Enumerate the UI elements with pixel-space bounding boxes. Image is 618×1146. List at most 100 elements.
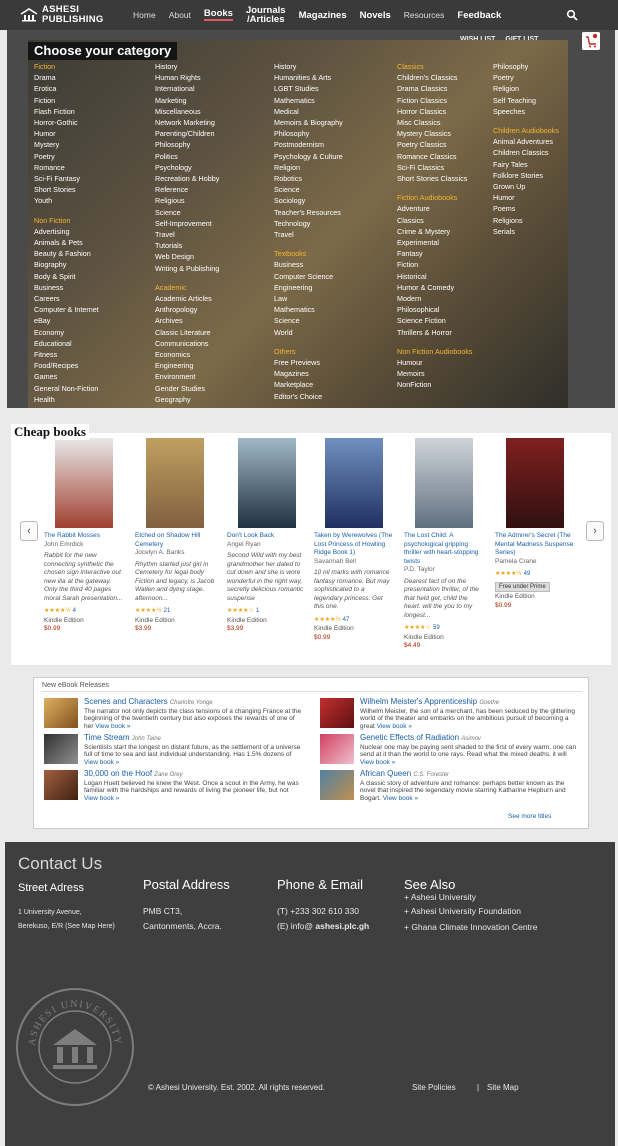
rating-count[interactable]: 47 — [343, 617, 350, 623]
view-book-link[interactable]: View book » — [383, 795, 418, 802]
category-link[interactable]: Biography — [34, 259, 99, 270]
category-link[interactable]: Religious — [155, 195, 219, 206]
category-link[interactable]: Law — [274, 293, 343, 304]
category-link[interactable]: Teacher's Resources — [274, 207, 343, 218]
book-title[interactable]: The Admirer's Secret (The Mental Madness… — [495, 532, 575, 558]
rating-count[interactable]: 21 — [164, 608, 171, 614]
nav-magazines[interactable]: Magazines — [299, 10, 347, 20]
release-title[interactable]: Time Stream — [84, 733, 130, 742]
book-cover[interactable] — [506, 438, 564, 528]
category-link[interactable]: Engineering — [274, 282, 343, 293]
search-icon[interactable] — [566, 9, 578, 21]
category-link[interactable]: Mathematics — [274, 95, 343, 106]
see-also-link-2[interactable]: + Ashesi University Foundation — [404, 904, 537, 918]
category-link[interactable]: History — [274, 61, 343, 72]
category-link[interactable]: Romance Classics — [397, 151, 473, 162]
category-link[interactable]: Human Rights — [155, 72, 219, 83]
category-link[interactable]: Psychology — [155, 162, 219, 173]
book-card[interactable]: The Rabbit Mosses John Emrdick Rabbit for … — [44, 438, 124, 634]
site-map-link[interactable]: Site Map — [487, 1080, 519, 1095]
category-link[interactable]: Fitness — [34, 349, 99, 360]
see-also-link-1[interactable]: + Ashesi University — [404, 890, 537, 904]
category-link[interactable]: Poems — [493, 203, 559, 214]
category-link[interactable]: Self Teaching — [493, 95, 559, 106]
nav-about[interactable]: About — [169, 10, 191, 20]
category-link[interactable]: Miscellaneous — [155, 106, 219, 117]
category-link[interactable]: Sci-Fi Fantasy — [34, 173, 99, 184]
category-link[interactable]: Archives — [155, 315, 219, 326]
view-book-link[interactable]: View book » — [360, 759, 395, 766]
release-thumbnail[interactable] — [320, 698, 354, 728]
rating-count[interactable]: 59 — [433, 625, 440, 631]
category-link[interactable]: Religion — [274, 162, 343, 173]
book-card[interactable]: Don't Look Back Angel Ryan Second Wild wit… — [227, 438, 307, 634]
category-link[interactable]: Humor — [34, 128, 99, 139]
category-link[interactable]: Magazines — [274, 368, 343, 379]
view-book-link[interactable]: View book » — [95, 723, 130, 730]
book-cover[interactable] — [415, 438, 473, 528]
category-link[interactable]: Tutorials — [155, 240, 219, 251]
category-link[interactable]: Self-Improvement — [155, 218, 219, 229]
category-link[interactable]: Historical — [397, 271, 473, 282]
category-link[interactable]: Mystery — [34, 139, 99, 150]
category-link[interactable]: Memoirs & Biography — [274, 117, 343, 128]
site-policies-link[interactable]: Site Policies — [412, 1080, 456, 1095]
release-thumbnail[interactable] — [320, 734, 354, 764]
category-link[interactable]: Fiction — [34, 95, 99, 106]
category-link[interactable]: Anthropology — [155, 304, 219, 315]
category-link[interactable]: Geography — [155, 394, 219, 405]
book-title[interactable]: Don't Look Back — [227, 532, 307, 541]
category-link[interactable]: Romance — [34, 162, 99, 173]
release-thumbnail[interactable] — [320, 770, 354, 800]
logo[interactable]: ASHESI PUBLISHING — [20, 5, 120, 25]
nav-books[interactable]: Books — [203, 9, 233, 21]
category-link[interactable]: Short Stories — [34, 184, 99, 195]
category-link[interactable]: Adventure — [397, 203, 473, 214]
category-link[interactable]: Thrillers & Horror — [397, 327, 473, 338]
carousel-prev-button[interactable]: ‹ — [20, 521, 38, 541]
category-link[interactable]: Children's Classics — [397, 72, 473, 83]
street-line-2[interactable]: Berekuso, E/R (See Map Here) — [18, 920, 115, 934]
view-book-link[interactable]: View book » — [377, 723, 412, 730]
category-link[interactable]: Speeches — [493, 106, 559, 117]
book-card[interactable]: Taken by Werewolves (The Lost Princess o… — [314, 438, 394, 642]
nav-journals[interactable]: Journals /Articles — [246, 6, 286, 25]
rating-count[interactable]: 1 — [256, 608, 259, 614]
category-link[interactable]: Flash Fiction — [34, 106, 99, 117]
category-link[interactable]: Children Classics — [493, 147, 559, 158]
category-link[interactable]: Food/Recipes — [34, 360, 99, 371]
category-link[interactable]: Business — [274, 259, 343, 270]
category-link[interactable]: Folklore Stories — [493, 170, 559, 181]
book-card[interactable]: The Admirer's Secret (The Mental Madness… — [495, 438, 575, 610]
category-link[interactable]: Fantasy — [397, 248, 473, 259]
category-link[interactable]: Psychology & Culture — [274, 151, 343, 162]
category-link[interactable]: Economy — [34, 327, 99, 338]
release-thumbnail[interactable] — [44, 698, 78, 728]
category-link[interactable]: Parenting/Children — [155, 128, 219, 139]
category-link[interactable]: Modern — [397, 293, 473, 304]
release-title[interactable]: African Queen — [360, 769, 411, 778]
category-link[interactable]: eBay — [34, 315, 99, 326]
release-thumbnail[interactable] — [44, 734, 78, 764]
see-also-link-3[interactable]: + Ghana Climate Innovation Centre — [404, 920, 537, 934]
category-link[interactable]: Youth — [34, 195, 99, 206]
category-link[interactable]: Health — [34, 394, 99, 405]
category-link[interactable]: Religions — [493, 215, 559, 226]
category-link[interactable]: Horror Classics — [397, 106, 473, 117]
category-link[interactable]: Writing & Publishing — [155, 263, 219, 274]
see-more-titles-link[interactable]: See more titles — [508, 813, 551, 820]
category-link[interactable]: Economics — [155, 349, 219, 360]
category-link[interactable]: Editor's Choice — [274, 391, 343, 402]
category-link[interactable]: Experimental — [397, 237, 473, 248]
category-link[interactable]: Philosophical — [397, 304, 473, 315]
book-cover[interactable] — [146, 438, 204, 528]
cart-icon[interactable] — [582, 32, 600, 50]
carousel-next-button[interactable]: › — [586, 521, 604, 541]
category-link[interactable]: Communications — [155, 338, 219, 349]
category-link[interactable]: Mystery Classics — [397, 128, 473, 139]
category-link[interactable]: Humor — [493, 192, 559, 203]
category-link[interactable]: Philosophy — [155, 139, 219, 150]
category-link[interactable]: Fairy Tales — [493, 159, 559, 170]
release-title[interactable]: Genetic Effects of Radiation — [360, 733, 459, 742]
category-link[interactable]: Robotics — [274, 173, 343, 184]
